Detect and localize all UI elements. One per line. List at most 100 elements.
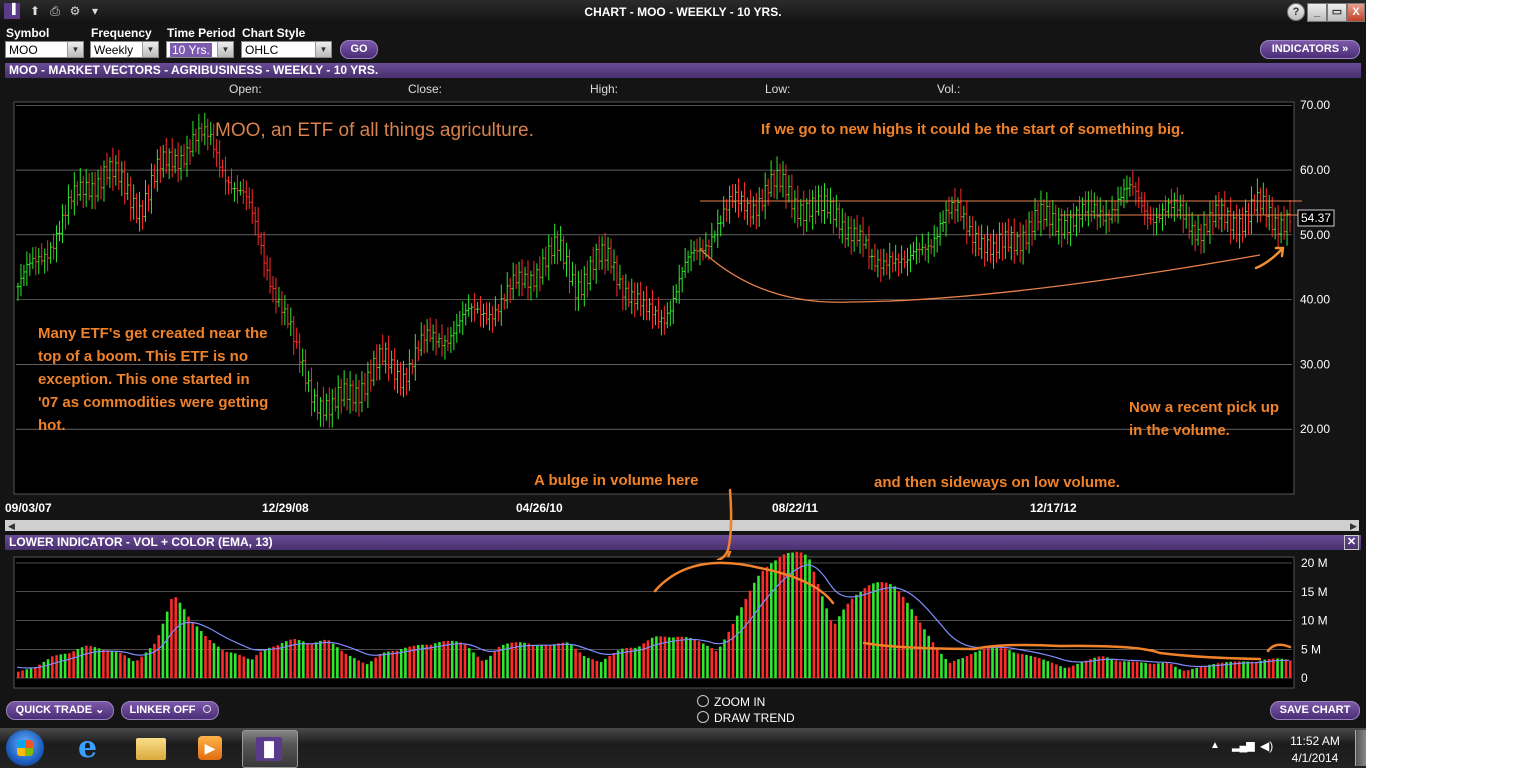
annotation-sideways: and then sideways on low volume. <box>874 474 1120 491</box>
volume-bar <box>182 609 186 678</box>
volume-bar <box>421 644 424 678</box>
price-tick-label: 70.00 <box>1300 98 1330 112</box>
zoom-in-radio[interactable]: ZOOM IN <box>697 695 765 709</box>
volume-bar <box>1199 666 1203 678</box>
volume-bar <box>570 645 573 678</box>
volume-bar <box>650 637 654 678</box>
taskbar-ie[interactable]: e <box>66 730 120 766</box>
symbol-select[interactable]: MOO ▼ <box>5 41 84 58</box>
volume-bar <box>727 631 731 678</box>
volume-bar <box>884 582 888 678</box>
bulge-connector <box>716 488 733 560</box>
period-select[interactable]: 10 Yrs. ▼ <box>166 41 234 58</box>
volume-bar <box>935 648 939 678</box>
volume-bar <box>472 652 475 678</box>
save-chart-button[interactable]: SAVE CHART <box>1270 701 1360 720</box>
volume-bar <box>616 650 620 678</box>
volume-bar <box>25 669 29 678</box>
open-label: Open: <box>229 82 262 96</box>
volume-bar <box>85 645 88 678</box>
ie-icon: e <box>78 730 98 765</box>
volume-chart[interactable]: 0 5 M 10 M 15 M 20 M <box>0 551 1366 691</box>
chevron-down-icon[interactable]: ▼ <box>142 42 158 57</box>
scroll-right-icon[interactable]: ▶ <box>1350 521 1357 531</box>
close-button[interactable]: X <box>1347 3 1365 22</box>
price-y-axis: 20.00 30.00 40.00 50.00 60.00 70.00 <box>1300 98 1330 436</box>
volume-bar <box>467 648 471 678</box>
style-select[interactable]: OHLC ▼ <box>241 41 332 58</box>
volume-bar <box>59 654 63 678</box>
clock-date[interactable]: 4/1/2014 <box>1282 751 1348 765</box>
show-hidden-icons[interactable]: ▲ <box>1210 740 1220 751</box>
volume-bar <box>153 643 156 678</box>
chevron-down-icon[interactable]: ▼ <box>315 42 331 57</box>
clock-time[interactable]: 11:52 AM <box>1282 734 1348 748</box>
taskbar-media[interactable]: ▶ <box>182 730 236 766</box>
volume-bar <box>863 588 867 678</box>
volume-bar <box>927 635 930 678</box>
plot-area <box>13 101 1295 495</box>
volume-bar <box>378 653 382 678</box>
volume-bar <box>233 653 237 678</box>
linker-label: LINKER OFF <box>129 704 196 716</box>
chevron-down-icon[interactable]: ▼ <box>217 42 233 57</box>
minimize-button[interactable]: _ <box>1307 3 1327 22</box>
volume-bar <box>1174 666 1177 678</box>
volume-bar <box>263 649 267 678</box>
volume-bar <box>825 608 828 678</box>
volume-bar <box>1025 654 1028 678</box>
volume-bar <box>1080 662 1084 678</box>
chart-scrollbar[interactable] <box>5 520 1359 531</box>
linker-button[interactable]: LINKER OFF <box>121 701 219 720</box>
annotation-new-highs: If we go to new highs it could be the st… <box>761 121 1184 138</box>
volume-bar <box>536 644 539 678</box>
draw-trend-radio[interactable]: DRAW TREND <box>697 711 795 725</box>
volume-bar <box>1072 665 1075 678</box>
go-button[interactable]: GO <box>340 40 378 59</box>
volume-bar <box>127 658 131 678</box>
help-button[interactable]: ? <box>1287 3 1305 21</box>
chevron-down-icon[interactable]: ▼ <box>67 42 83 57</box>
scroll-left-icon[interactable]: ◀ <box>8 521 15 531</box>
volume-bar <box>140 656 143 678</box>
volume-bar <box>986 647 990 678</box>
volume-bar <box>255 655 258 678</box>
frequency-value: Weekly <box>94 43 134 57</box>
restore-button[interactable]: ▭ <box>1327 3 1347 22</box>
volume-bar <box>995 645 999 678</box>
volume-bar <box>544 644 548 678</box>
taskbar-explorer[interactable] <box>124 730 178 766</box>
price-chart[interactable]: 20.00 30.00 40.00 50.00 60.00 70.00 09/03/07 1… <box>0 96 1366 532</box>
volume-bar <box>697 641 701 678</box>
volume-bar <box>51 656 54 678</box>
volume-bar <box>357 660 360 678</box>
radio-icon <box>697 695 709 707</box>
volume-bar <box>17 671 20 678</box>
price-tick-label: 40.00 <box>1300 293 1330 307</box>
volume-bar <box>761 570 765 678</box>
network-icon[interactable]: ▂▄▆ <box>1232 739 1255 752</box>
volume-bar <box>216 646 220 678</box>
symbol-value: MOO <box>9 43 38 57</box>
volume-bar <box>787 553 790 678</box>
volume-bar <box>229 652 233 678</box>
indicators-button[interactable]: INDICATORS » <box>1260 40 1360 59</box>
start-button[interactable] <box>6 730 44 766</box>
close-icon[interactable]: ✕ <box>1344 535 1359 550</box>
quick-trade-button[interactable]: QUICK TRADE ⌄ <box>6 701 114 720</box>
taskbar-chart-app[interactable]: ▐▌ <box>242 730 298 768</box>
volume-bar <box>106 650 109 678</box>
volume-icon[interactable]: ◀) <box>1260 739 1273 753</box>
volume-bar <box>102 649 105 678</box>
frequency-select[interactable]: Weekly ▼ <box>90 41 159 58</box>
volume-bar <box>833 623 837 678</box>
show-desktop-button[interactable] <box>1355 730 1366 766</box>
annotation-boom-3: exception. This one started in <box>38 371 250 388</box>
volume-bar <box>1280 658 1284 678</box>
volume-bar <box>748 590 752 678</box>
volume-bar <box>1169 664 1173 678</box>
volume-bar <box>1284 659 1288 678</box>
volume-bar <box>1127 661 1130 678</box>
volume-bar <box>565 642 569 678</box>
volume-bar <box>387 651 390 678</box>
